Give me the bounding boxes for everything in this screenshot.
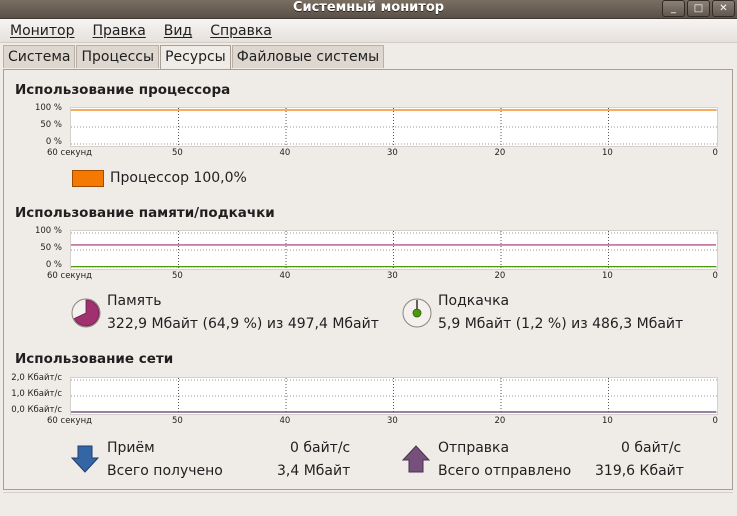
receive-rate: 0 байт/с bbox=[290, 440, 351, 456]
network-y-tick: 0,0 Кбайт/с bbox=[11, 405, 62, 415]
send-label: Отправка bbox=[438, 440, 510, 456]
menubar: Монитор Правка Вид Справка bbox=[0, 19, 737, 43]
receive-total-label: Всего получено bbox=[107, 463, 223, 479]
network-x-tick: 0 bbox=[712, 416, 718, 426]
memory-value: 322,9 Мбайт (64,9 %) из 497,4 Мбайт bbox=[107, 316, 379, 332]
memory-x-tick: 30 bbox=[387, 271, 398, 281]
cpu-x-tick: 40 bbox=[279, 148, 291, 158]
cpu-y-tick: 100 % bbox=[34, 103, 62, 113]
send-total-label: Всего отправлено bbox=[438, 463, 572, 479]
memory-y-tick: 0 % bbox=[45, 260, 62, 270]
network-x-tick: 30 bbox=[387, 416, 398, 426]
memory-section-title: Использование памяти/подкачки bbox=[15, 205, 275, 221]
cpu-y-tick: 50 % bbox=[40, 120, 62, 130]
status-bar bbox=[3, 492, 733, 515]
memory-graph-svg bbox=[71, 231, 717, 269]
cpu-y-tick: 0 % bbox=[45, 137, 62, 147]
menu-monitor[interactable]: Монитор bbox=[0, 20, 83, 42]
cpu-x-tick: 20 bbox=[494, 148, 506, 158]
network-y-tick: 1,0 Кбайт/с bbox=[11, 389, 62, 399]
network-y-tick: 2,0 Кбайт/с bbox=[11, 373, 62, 383]
menu-help[interactable]: Справка bbox=[200, 20, 280, 42]
memory-x-tick: 0 bbox=[712, 271, 718, 281]
menu-edit[interactable]: Правка bbox=[83, 20, 154, 42]
cpu-color-swatch[interactable] bbox=[72, 170, 104, 187]
window-titlebar: Системный монитор _ □ ✕ bbox=[0, 0, 737, 19]
window-title: Системный монитор bbox=[292, 0, 445, 15]
memory-y-tick: 100 % bbox=[34, 226, 62, 236]
cpu-legend-label: Процессор 100,0% bbox=[110, 170, 247, 186]
cpu-graph-svg bbox=[71, 108, 717, 146]
download-arrow-icon[interactable] bbox=[70, 444, 100, 474]
network-section-title: Использование сети bbox=[15, 351, 174, 367]
window-controls: _ □ ✕ bbox=[662, 0, 735, 17]
swap-label: Подкачка bbox=[438, 293, 510, 309]
memory-label: Память bbox=[107, 293, 162, 309]
cpu-x-tick: 10 bbox=[602, 148, 613, 158]
tab-system[interactable]: Система bbox=[3, 45, 76, 68]
swap-pie-icon[interactable] bbox=[401, 297, 433, 329]
send-total: 319,6 Кбайт bbox=[595, 463, 684, 479]
memory-x-tick: 10 bbox=[602, 271, 613, 281]
tab-bar: Система Процессы Ресурсы Файловые систем… bbox=[3, 45, 385, 69]
memory-x-tick: 40 bbox=[279, 271, 291, 281]
maximize-button[interactable]: □ bbox=[687, 0, 710, 17]
close-button[interactable]: ✕ bbox=[712, 0, 735, 17]
memory-x-tick: 50 bbox=[172, 271, 183, 281]
network-graph-svg bbox=[71, 378, 717, 414]
network-x-tick: 40 bbox=[279, 416, 291, 426]
memory-x-tick: 60 секунд bbox=[47, 271, 93, 281]
network-x-tick: 20 bbox=[494, 416, 506, 426]
tab-resources[interactable]: Ресурсы bbox=[160, 45, 231, 69]
cpu-graph bbox=[70, 107, 718, 147]
memory-y-tick: 50 % bbox=[40, 243, 62, 253]
swap-value: 5,9 Мбайт (1,2 %) из 486,3 Мбайт bbox=[438, 316, 684, 332]
cpu-x-tick: 50 bbox=[172, 148, 183, 158]
tab-processes[interactable]: Процессы bbox=[76, 45, 160, 68]
memory-graph bbox=[70, 230, 718, 270]
send-rate: 0 байт/с bbox=[621, 440, 682, 456]
menu-view[interactable]: Вид bbox=[154, 20, 200, 42]
receive-total: 3,4 Мбайт bbox=[277, 463, 351, 479]
memory-pie-icon[interactable] bbox=[70, 297, 102, 329]
network-graph bbox=[70, 377, 718, 415]
cpu-x-tick: 0 bbox=[712, 148, 718, 158]
cpu-x-tick: 60 секунд bbox=[47, 148, 93, 158]
upload-arrow-icon[interactable] bbox=[401, 444, 431, 474]
memory-x-tick: 20 bbox=[494, 271, 506, 281]
minimize-button[interactable]: _ bbox=[662, 0, 685, 17]
network-x-tick: 60 секунд bbox=[47, 416, 93, 426]
network-x-tick: 50 bbox=[172, 416, 183, 426]
cpu-section-title: Использование процессора bbox=[15, 82, 231, 98]
tab-filesystems[interactable]: Файловые системы bbox=[231, 45, 385, 68]
cpu-x-tick: 30 bbox=[387, 148, 398, 158]
receive-label: Приём bbox=[107, 440, 155, 456]
network-x-tick: 10 bbox=[602, 416, 613, 426]
